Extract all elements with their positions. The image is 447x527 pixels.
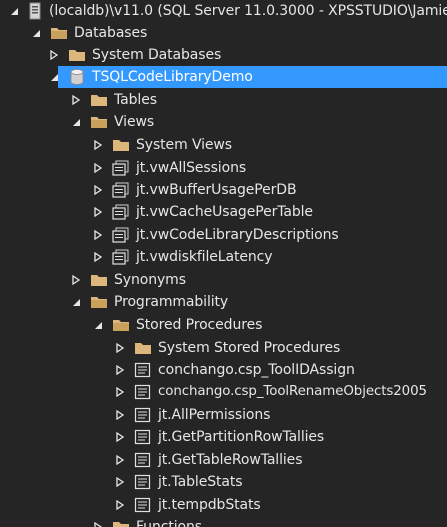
collapse-arrow-icon[interactable] <box>10 5 19 17</box>
expand-arrow-icon[interactable] <box>114 431 126 443</box>
stored-procedure-icon <box>134 361 152 379</box>
stored-procedure-icon <box>134 406 152 424</box>
tree-node-procedure[interactable]: jt.TableStats <box>0 471 447 493</box>
tree-node-procedure[interactable]: jt.AllPermissions <box>0 404 447 426</box>
collapse-arrow-icon[interactable] <box>30 27 42 39</box>
folder-open-icon <box>90 113 108 131</box>
expand-arrow-icon[interactable] <box>114 386 126 398</box>
object-explorer-tree: (localdb)\v11.0 (SQL Server 11.0.3000 - … <box>0 0 447 527</box>
tree-node-view[interactable]: jt.vwdiskfileLatency <box>0 246 447 268</box>
tree-node-label: conchango.csp_ToolRenameObjects2005 <box>158 384 427 399</box>
expand-arrow-icon[interactable] <box>114 342 126 354</box>
tree-node-database-tsqlcodelibrarydemo[interactable]: TSQLCodeLibraryDemo <box>0 66 447 88</box>
tree-node-view[interactable]: jt.vwCodeLibraryDescriptions <box>0 224 447 246</box>
expand-arrow-icon[interactable] <box>114 454 126 466</box>
tree-node-programmability[interactable]: Programmability <box>0 291 447 313</box>
tree-node-label: conchango.csp_ToolIDAssign <box>158 362 355 378</box>
folder-icon <box>68 46 86 64</box>
collapse-arrow-icon[interactable] <box>92 319 104 331</box>
tree-node-label: Programmability <box>114 294 229 310</box>
tree-node-synonyms[interactable]: Synonyms <box>0 269 447 291</box>
tree-node-label: System Stored Procedures <box>158 340 341 356</box>
tree-node-procedure[interactable]: jt.tempdbStats <box>0 494 447 516</box>
tree-node-label: Synonyms <box>114 272 186 288</box>
tree-node-procedure[interactable]: conchango.csp_ToolIDAssign <box>0 359 447 381</box>
folder-open-icon <box>90 293 108 311</box>
tree-node-tables[interactable]: Tables <box>0 89 447 111</box>
tree-node-label: jt.GetPartitionRowTallies <box>158 429 325 445</box>
tree-node-views[interactable]: Views <box>0 111 447 133</box>
expand-arrow-icon[interactable] <box>114 499 126 511</box>
tree-node-label: Views <box>114 114 155 130</box>
tree-node-label: System Views <box>136 137 232 153</box>
collapse-arrow-icon[interactable] <box>48 71 60 83</box>
folder-open-icon <box>112 316 130 334</box>
expand-arrow-icon[interactable] <box>92 521 104 527</box>
tree-node-label: Databases <box>74 25 148 41</box>
expand-arrow-icon[interactable] <box>92 184 104 196</box>
view-icon <box>112 248 130 266</box>
tree-node-label: jt.tempdbStats <box>158 497 261 513</box>
expand-arrow-icon[interactable] <box>114 409 126 421</box>
tree-node-server[interactable]: (localdb)\v11.0 (SQL Server 11.0.3000 - … <box>0 0 447 22</box>
tree-node-label: Stored Procedures <box>136 317 263 333</box>
expand-arrow-icon[interactable] <box>70 94 82 106</box>
tree-node-view[interactable]: jt.vwAllSessions <box>0 157 447 179</box>
tree-node-procedure[interactable]: jt.GetTableRowTallies <box>0 449 447 471</box>
expand-arrow-icon[interactable] <box>114 476 126 488</box>
tree-node-procedure[interactable]: jt.GetPartitionRowTallies <box>0 426 447 448</box>
view-icon <box>112 203 130 221</box>
expand-arrow-icon[interactable] <box>92 139 104 151</box>
folder-icon <box>112 518 130 527</box>
expand-arrow-icon[interactable] <box>114 364 126 376</box>
tree-node-procedure[interactable]: conchango.csp_ToolRenameObjects2005 <box>0 381 447 403</box>
tree-node-stored-procedures[interactable]: Stored Procedures <box>0 314 447 336</box>
tree-node-label: jt.vwCacheUsagePerTable <box>136 204 313 220</box>
tree-node-view[interactable]: jt.vwCacheUsagePerTable <box>0 201 447 223</box>
view-icon <box>112 181 130 199</box>
tree-node-system-views[interactable]: System Views <box>0 134 447 156</box>
expand-arrow-icon[interactable] <box>92 251 104 263</box>
tree-node-label: System Databases <box>92 47 222 63</box>
expand-arrow-icon[interactable] <box>92 162 104 174</box>
stored-procedure-icon <box>134 428 152 446</box>
view-icon <box>112 226 130 244</box>
server-icon <box>27 2 43 20</box>
tree-node-system-databases[interactable]: System Databases <box>0 44 447 66</box>
folder-icon <box>134 339 152 357</box>
folder-icon <box>90 271 108 289</box>
tree-node-label: jt.vwCodeLibraryDescriptions <box>136 227 339 243</box>
collapse-arrow-icon[interactable] <box>70 116 82 128</box>
folder-open-icon <box>50 24 68 42</box>
expand-arrow-icon[interactable] <box>92 206 104 218</box>
tree-node-label: jt.AllPermissions <box>158 407 271 423</box>
expand-arrow-icon[interactable] <box>92 229 104 241</box>
stored-procedure-icon <box>134 473 152 491</box>
tree-node-system-stored-procedures[interactable]: System Stored Procedures <box>0 337 447 359</box>
database-icon <box>68 68 86 86</box>
tree-node-label: jt.GetTableRowTallies <box>158 452 303 468</box>
tree-node-label: Functions <box>136 519 202 527</box>
collapse-arrow-icon[interactable] <box>70 296 82 308</box>
tree-node-databases[interactable]: Databases <box>0 22 447 44</box>
view-icon <box>112 159 130 177</box>
tree-node-label: Tables <box>114 92 157 108</box>
tree-node-functions[interactable]: Functions <box>0 516 447 527</box>
stored-procedure-icon <box>134 496 152 514</box>
stored-procedure-icon <box>134 383 152 401</box>
tree-node-label: TSQLCodeLibraryDemo <box>92 69 253 85</box>
tree-node-label: (localdb)\v11.0 (SQL Server 11.0.3000 - … <box>49 3 447 19</box>
expand-arrow-icon[interactable] <box>70 274 82 286</box>
folder-icon <box>112 136 130 154</box>
stored-procedure-icon <box>134 451 152 469</box>
folder-icon <box>90 91 108 109</box>
tree-node-label: jt.vwBufferUsagePerDB <box>136 182 297 198</box>
tree-node-label: jt.vwAllSessions <box>136 160 247 176</box>
tree-node-label: jt.TableStats <box>158 474 243 490</box>
tree-node-view[interactable]: jt.vwBufferUsagePerDB <box>0 179 447 201</box>
tree-node-label: jt.vwdiskfileLatency <box>136 249 273 265</box>
expand-arrow-icon[interactable] <box>48 49 60 61</box>
